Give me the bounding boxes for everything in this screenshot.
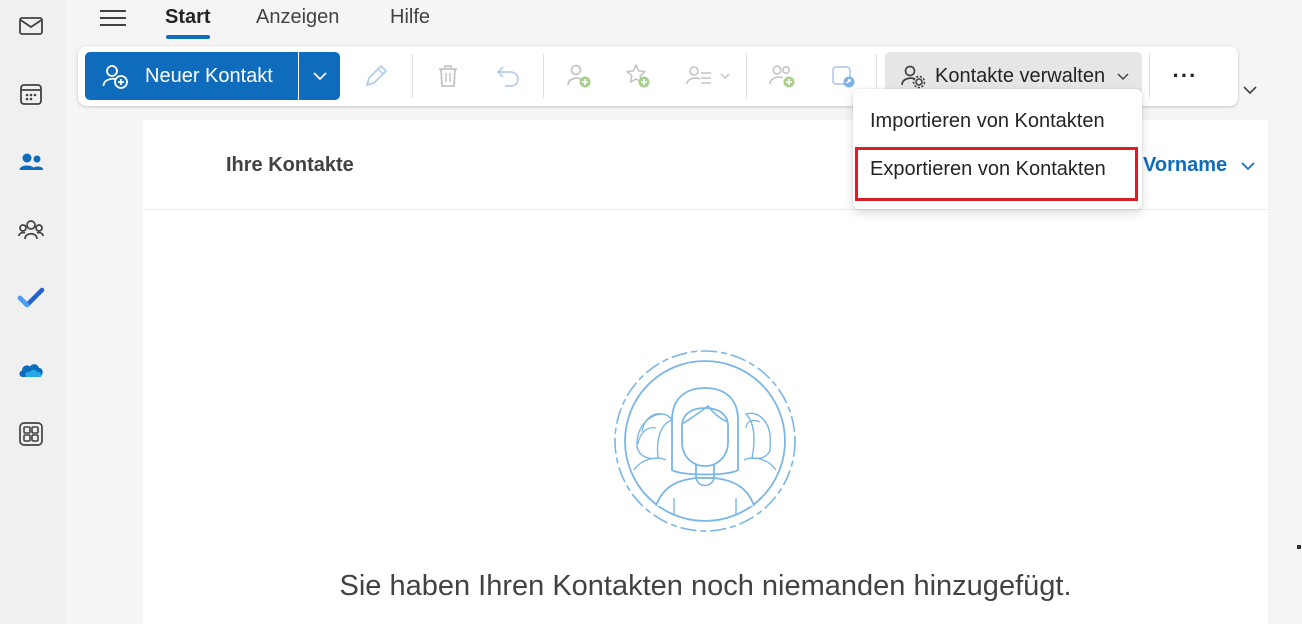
- new-contact-label: Neuer Kontakt: [145, 64, 273, 87]
- new-contact-dropdown-button[interactable]: [299, 52, 340, 100]
- apps-icon[interactable]: [13, 416, 49, 452]
- groups-icon[interactable]: [13, 212, 49, 248]
- panel-header-divider: [143, 209, 1268, 210]
- toolbar-divider: [412, 54, 413, 98]
- people-icon[interactable]: [13, 144, 49, 180]
- toolbar-divider: [746, 54, 747, 98]
- chevron-down-icon: [1117, 73, 1129, 81]
- manage-contacts-label: Kontakte verwalten: [935, 64, 1106, 87]
- chevron-down-icon[interactable]: [1238, 156, 1258, 176]
- edit-icon[interactable]: [360, 60, 392, 92]
- delete-icon[interactable]: [432, 60, 464, 92]
- toolbar-divider: [543, 54, 544, 98]
- menu-item-import-contacts[interactable]: Importieren von Kontakten: [870, 110, 1105, 133]
- tab-hilfe[interactable]: Hilfe: [390, 6, 430, 29]
- sort-by-button[interactable]: Vorname: [1143, 154, 1227, 177]
- add-group-icon[interactable]: [766, 60, 798, 92]
- add-favorite-icon[interactable]: [622, 60, 654, 92]
- empty-contacts-illustration: [614, 350, 796, 532]
- export-highlight-box: [855, 147, 1138, 201]
- add-to-group-icon[interactable]: [563, 60, 595, 92]
- mail-icon[interactable]: [13, 8, 49, 44]
- scrollbar-marker: [1297, 545, 1301, 549]
- add-person-icon: [102, 65, 128, 89]
- more-options-button[interactable]: ···: [1163, 60, 1207, 92]
- share-contact-icon[interactable]: [827, 60, 859, 92]
- your-contacts-heading: Ihre Kontakte: [226, 154, 354, 176]
- todo-icon[interactable]: [13, 280, 49, 316]
- manage-contacts-icon: [901, 65, 926, 89]
- tab-start[interactable]: Start: [165, 6, 211, 29]
- chevron-down-icon: [312, 72, 327, 81]
- app-nav-rail: [0, 0, 66, 624]
- menu-icon[interactable]: [98, 6, 128, 30]
- tab-anzeigen[interactable]: Anzeigen: [256, 6, 339, 29]
- categorize-icon[interactable]: [684, 60, 734, 92]
- empty-state-message: Sie haben Ihren Kontakten noch niemanden…: [339, 570, 1072, 602]
- onedrive-icon[interactable]: [13, 352, 49, 388]
- calendar-icon[interactable]: [13, 76, 49, 112]
- undo-icon[interactable]: [492, 60, 524, 92]
- toolbar-divider: [1149, 54, 1150, 98]
- ribbon-collapse-chevron-icon[interactable]: [1240, 80, 1260, 100]
- new-contact-button[interactable]: Neuer Kontakt: [85, 52, 298, 100]
- tab-start-indicator: [166, 35, 210, 39]
